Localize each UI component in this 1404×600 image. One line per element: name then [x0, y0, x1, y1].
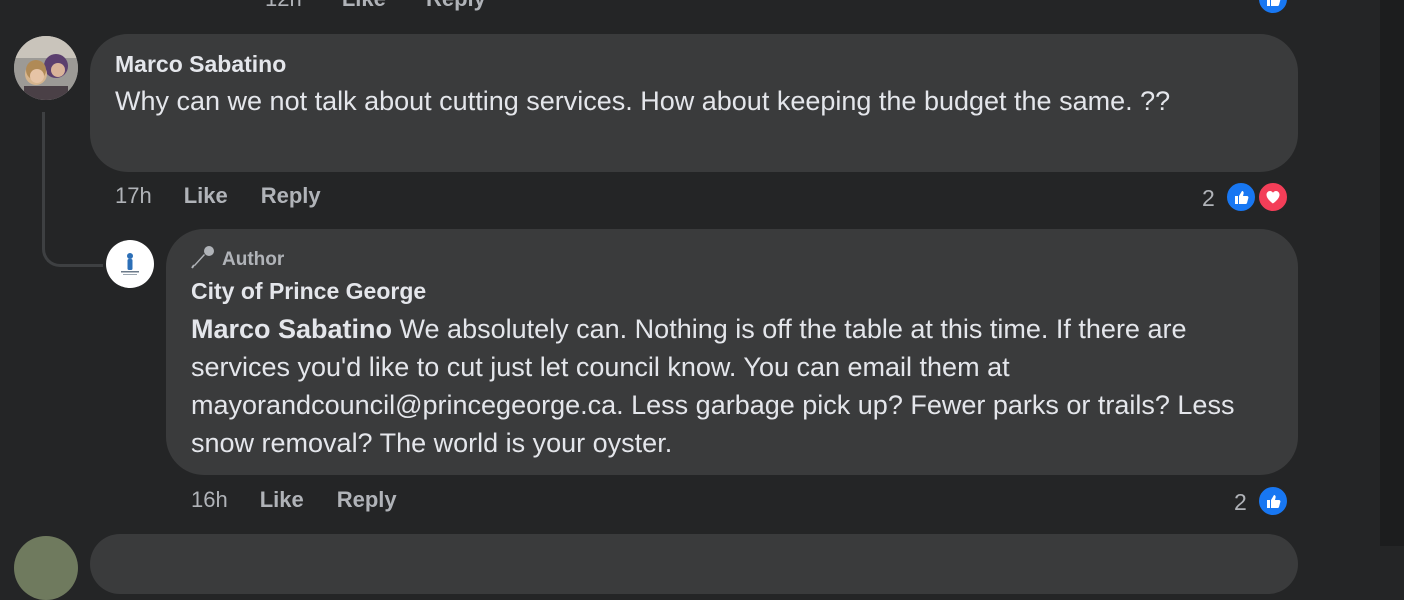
author-badge-label: Author — [222, 249, 285, 270]
next-comment-bubble — [90, 534, 1298, 594]
avatar[interactable] — [14, 36, 78, 100]
previous-reply-button[interactable]: Reply — [426, 0, 486, 11]
previous-like-reaction-icon[interactable] — [1256, 0, 1290, 16]
adjacent-panel-edge — [1380, 0, 1404, 546]
like-button[interactable]: Like — [184, 183, 228, 209]
mention-link[interactable]: Marco Sabatino — [191, 314, 392, 344]
reply-like-icon[interactable] — [1256, 484, 1290, 518]
reply-button[interactable]: Reply — [261, 183, 321, 209]
reaction-count[interactable]: 2 — [1202, 185, 1215, 212]
comment-author-name[interactable]: Marco Sabatino — [115, 51, 286, 78]
reply-text-block: Marco Sabatino We absolutely can. Nothin… — [191, 310, 1271, 462]
author-badge: Author — [190, 244, 284, 276]
microphone-icon — [190, 244, 216, 276]
reply-reply-button[interactable]: Reply — [337, 487, 397, 513]
comment-bubble: Marco Sabatino Why can we not talk about… — [90, 34, 1298, 172]
reply-actions: 16h Like Reply — [191, 487, 397, 513]
reply-avatar[interactable] — [106, 240, 154, 288]
previous-like-button[interactable]: Like — [342, 0, 386, 11]
reply-author-name[interactable]: City of Prince George — [191, 278, 426, 305]
reply-time[interactable]: 16h — [191, 487, 228, 513]
reply-bubble: Author City of Prince George Marco Sabat… — [166, 229, 1298, 475]
comment-actions: 17h Like Reply — [115, 183, 321, 209]
previous-comment-time: 12h — [265, 0, 302, 11]
love-icon[interactable] — [1256, 180, 1290, 214]
reply-like-button[interactable]: Like — [260, 487, 304, 513]
like-icon[interactable] — [1224, 180, 1258, 214]
previous-comment-actions: 12h Like Reply — [265, 0, 520, 12]
comment-text: Why can we not talk about cutting servic… — [115, 86, 1171, 116]
comment-time[interactable]: 17h — [115, 183, 152, 209]
reply-reaction-count[interactable]: 2 — [1234, 489, 1247, 516]
